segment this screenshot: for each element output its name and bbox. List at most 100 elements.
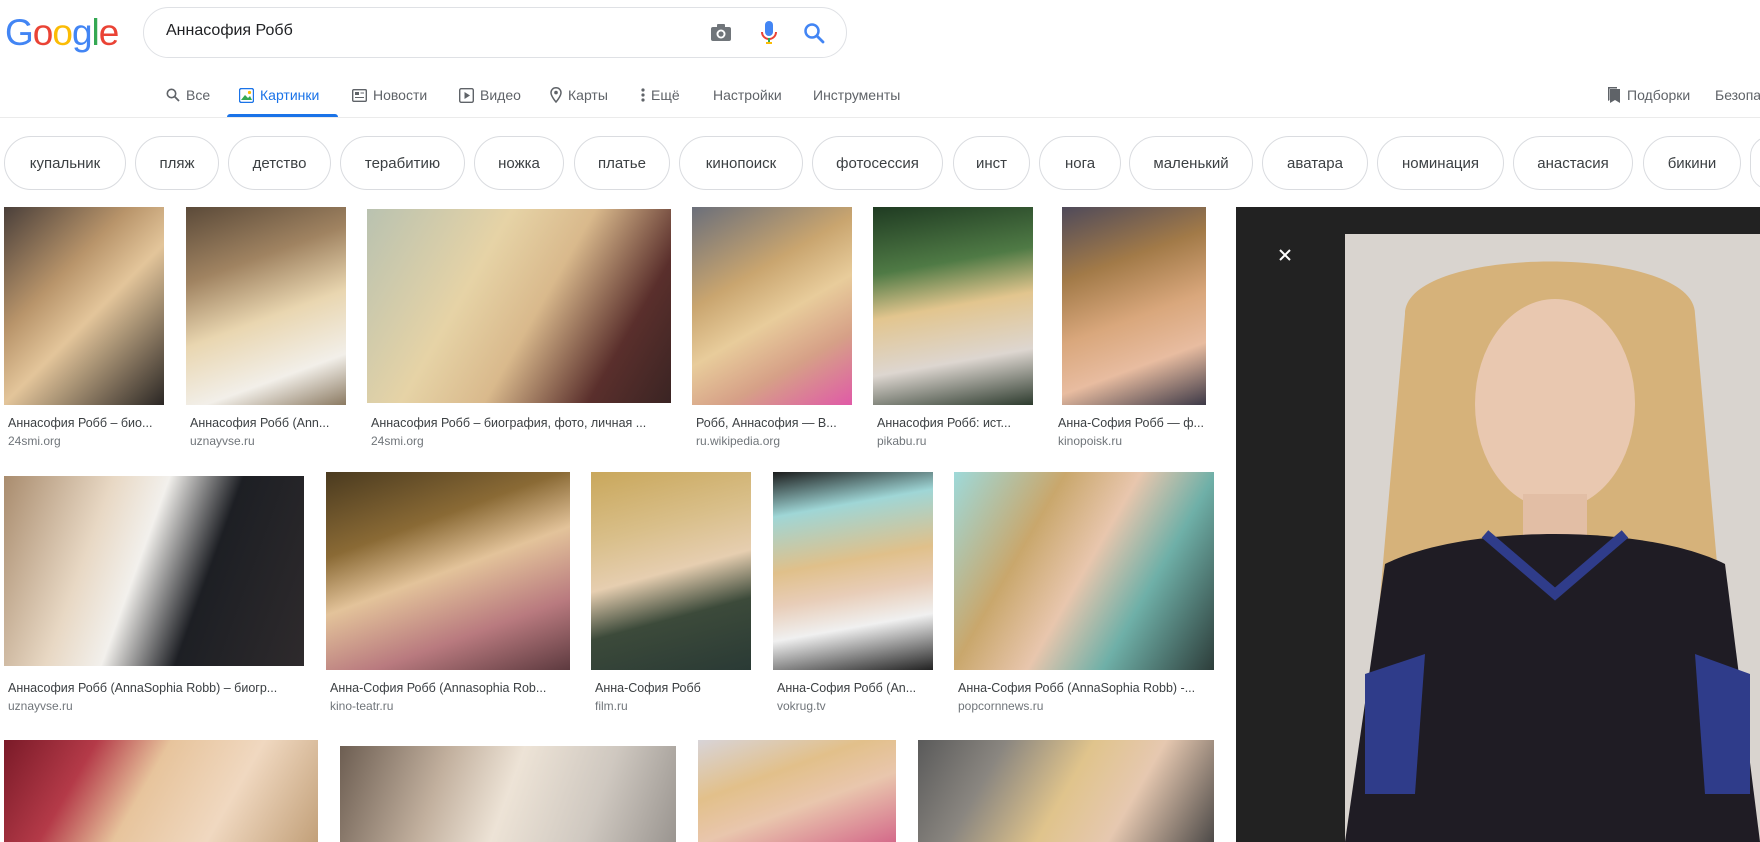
result-title[interactable]: Аннасофия Робб – биография, фото, личная… xyxy=(371,416,667,430)
thumbnail[interactable] xyxy=(954,472,1214,670)
search-icon xyxy=(166,88,180,102)
image-result[interactable]: Анна-София Робб — ф... kinopoisk.ru xyxy=(1058,207,1218,451)
active-tab-indicator xyxy=(227,114,338,117)
chip[interactable]: ножка xyxy=(474,136,564,190)
newspaper-icon xyxy=(352,88,367,102)
tab-news[interactable]: Новости xyxy=(352,84,427,106)
tab-settings[interactable]: Настройки xyxy=(713,84,782,106)
tab-label: Подборки xyxy=(1627,87,1691,103)
thumbnail[interactable] xyxy=(918,740,1214,842)
chip[interactable]: детство xyxy=(228,136,331,190)
result-source: 24smi.org xyxy=(371,434,424,448)
result-title[interactable]: Аннасофия Робб (AnnaSophia Robb) – биогр… xyxy=(8,681,300,695)
bookmark-icon xyxy=(1608,87,1620,103)
thumbnail[interactable] xyxy=(698,740,896,842)
image-result[interactable]: Аннасофия Робб – био... 24smi.org xyxy=(4,207,164,451)
tab-label: Картинки xyxy=(260,87,320,103)
result-source: vokrug.tv xyxy=(777,699,826,713)
image-result[interactable] xyxy=(918,740,1214,842)
thumbnail[interactable] xyxy=(4,476,304,666)
chip[interactable]: фотосессия xyxy=(812,136,943,190)
image-result[interactable]: Анна-София Робб (AnnaSophia Robb) -... p… xyxy=(954,472,1214,716)
image-result[interactable]: Анна-София Робб (Annasophia Rob... kino-… xyxy=(326,472,570,716)
chip-partial[interactable] xyxy=(1750,136,1760,190)
thumbnail[interactable] xyxy=(4,740,318,842)
tab-label: Видео xyxy=(480,87,521,103)
result-source: kinopoisk.ru xyxy=(1058,434,1123,448)
thumbnail[interactable] xyxy=(340,746,676,842)
image-result[interactable]: Аннасофия Робб (AnnaSophia Robb) – биогр… xyxy=(4,472,304,716)
thumbnail[interactable] xyxy=(591,472,751,670)
thumbnail[interactable] xyxy=(1062,207,1206,405)
google-logo[interactable]: Google xyxy=(5,12,120,53)
image-result[interactable] xyxy=(698,740,896,842)
chip[interactable]: маленький xyxy=(1129,136,1253,190)
collections-link[interactable]: Подборки xyxy=(1607,84,1690,106)
image-result[interactable]: Аннасофия Робб (Ann... uznayvse.ru xyxy=(186,207,346,451)
image-result[interactable] xyxy=(4,740,318,842)
thumbnail[interactable] xyxy=(692,207,852,405)
image-result[interactable]: Аннасофия Робб: ист... pikabu.ru xyxy=(873,207,1033,451)
result-title[interactable]: Анна-София Робб (An... xyxy=(777,681,929,695)
chip[interactable]: платье xyxy=(574,136,670,190)
logo-letter: l xyxy=(91,12,100,53)
tab-all[interactable]: Все xyxy=(166,84,210,106)
logo-letter: e xyxy=(98,12,120,53)
image-result[interactable] xyxy=(340,746,676,842)
thumbnail[interactable] xyxy=(367,209,671,403)
search-icon[interactable] xyxy=(801,20,827,46)
result-title[interactable]: Аннасофия Робб – био... xyxy=(8,416,160,430)
logo-letter: o xyxy=(32,12,54,53)
chip[interactable]: бикини xyxy=(1643,136,1741,190)
result-source: uznayvse.ru xyxy=(190,434,255,448)
result-title[interactable]: Робб, Аннасофия — В... xyxy=(696,416,848,430)
result-source: kino-teatr.ru xyxy=(330,699,394,713)
chip[interactable]: купальник xyxy=(4,136,126,190)
image-result[interactable]: Робб, Аннасофия — В... ru.wikipedia.org xyxy=(692,207,852,451)
search-box[interactable]: Аннасофия Робб xyxy=(143,7,847,58)
microphone-icon[interactable] xyxy=(756,20,782,46)
tab-images[interactable]: Картинки xyxy=(239,84,319,106)
result-title[interactable]: Анна-София Робб — ф... xyxy=(1058,416,1214,430)
image-result[interactable]: Анна-София Робб film.ru xyxy=(591,472,751,716)
tab-maps[interactable]: Карты xyxy=(550,84,608,106)
chip[interactable]: анастасия xyxy=(1513,136,1633,190)
result-title[interactable]: Аннасофия Робб: ист... xyxy=(877,416,1029,430)
tab-video[interactable]: Видео xyxy=(459,84,521,106)
thumbnail[interactable] xyxy=(4,207,164,405)
related-chips: купальник пляж детство терабитию ножка п… xyxy=(0,136,1760,192)
thumbnail[interactable] xyxy=(186,207,346,405)
safesearch-link[interactable]: Безопа xyxy=(1715,84,1760,106)
video-icon xyxy=(459,87,474,103)
tab-more[interactable]: Ещё xyxy=(641,84,680,106)
image-result[interactable]: Анна-София Робб (An... vokrug.tv xyxy=(773,472,933,716)
result-title[interactable]: Анна-София Робб (AnnaSophia Robb) -... xyxy=(958,681,1210,695)
tab-label: Инструменты xyxy=(813,87,901,103)
camera-icon[interactable] xyxy=(708,20,734,46)
close-icon[interactable] xyxy=(1272,242,1298,268)
preview-image[interactable] xyxy=(1345,234,1760,842)
thumbnail[interactable] xyxy=(873,207,1033,405)
search-tabs: Все Картинки Новости Видео Карты Ещё Нас… xyxy=(0,72,1760,118)
result-source: 24smi.org xyxy=(8,434,61,448)
thumbnail[interactable] xyxy=(773,472,933,670)
thumbnail[interactable] xyxy=(326,472,570,670)
chip[interactable]: аватара xyxy=(1262,136,1368,190)
logo-letter: g xyxy=(71,12,93,53)
chip[interactable]: нога xyxy=(1039,136,1121,190)
tab-label: Новости xyxy=(373,87,428,103)
image-result[interactable]: Аннасофия Робб – биография, фото, личная… xyxy=(367,207,671,451)
result-source: film.ru xyxy=(595,699,628,713)
tab-tools[interactable]: Инструменты xyxy=(813,84,900,106)
chip[interactable]: терабитию xyxy=(340,136,465,190)
search-input[interactable]: Аннасофия Робб xyxy=(166,22,293,40)
result-title[interactable]: Аннасофия Робб (Ann... xyxy=(190,416,342,430)
chip[interactable]: пляж xyxy=(135,136,219,190)
chip[interactable]: номинация xyxy=(1377,136,1504,190)
chip[interactable]: инст xyxy=(953,136,1030,190)
result-title[interactable]: Анна-София Робб xyxy=(595,681,747,695)
tab-label: Безопа xyxy=(1715,87,1760,103)
result-title[interactable]: Анна-София Робб (Annasophia Rob... xyxy=(330,681,566,695)
tab-label: Настройки xyxy=(713,87,782,103)
chip[interactable]: кинопоиск xyxy=(679,136,803,190)
